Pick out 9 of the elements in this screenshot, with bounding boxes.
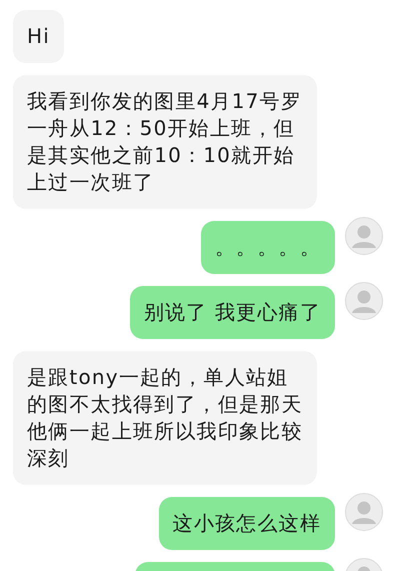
- sent-message-bubble: 别说了 我更心痛了: [130, 286, 335, 339]
- avatar-icon[interactable]: [345, 493, 383, 531]
- sent-message-bubble: 。。。。。: [201, 221, 335, 274]
- received-message-bubble: 我看到你发的图里4月17号罗一舟从12：50开始上班，但是其实他之前10：10就开始上过一次班了: [13, 75, 317, 209]
- sent-message-bubble: 这小孩怎么这样: [158, 497, 335, 550]
- received-message-bubble: Hi: [13, 10, 64, 63]
- received-message-bubble: 是跟tony一起的，单人站姐的图不太找得到了，但是那天他俩一起上班所以我印象比较深刻: [13, 351, 317, 485]
- avatar-icon[interactable]: [345, 282, 383, 320]
- avatar-icon[interactable]: [345, 217, 383, 255]
